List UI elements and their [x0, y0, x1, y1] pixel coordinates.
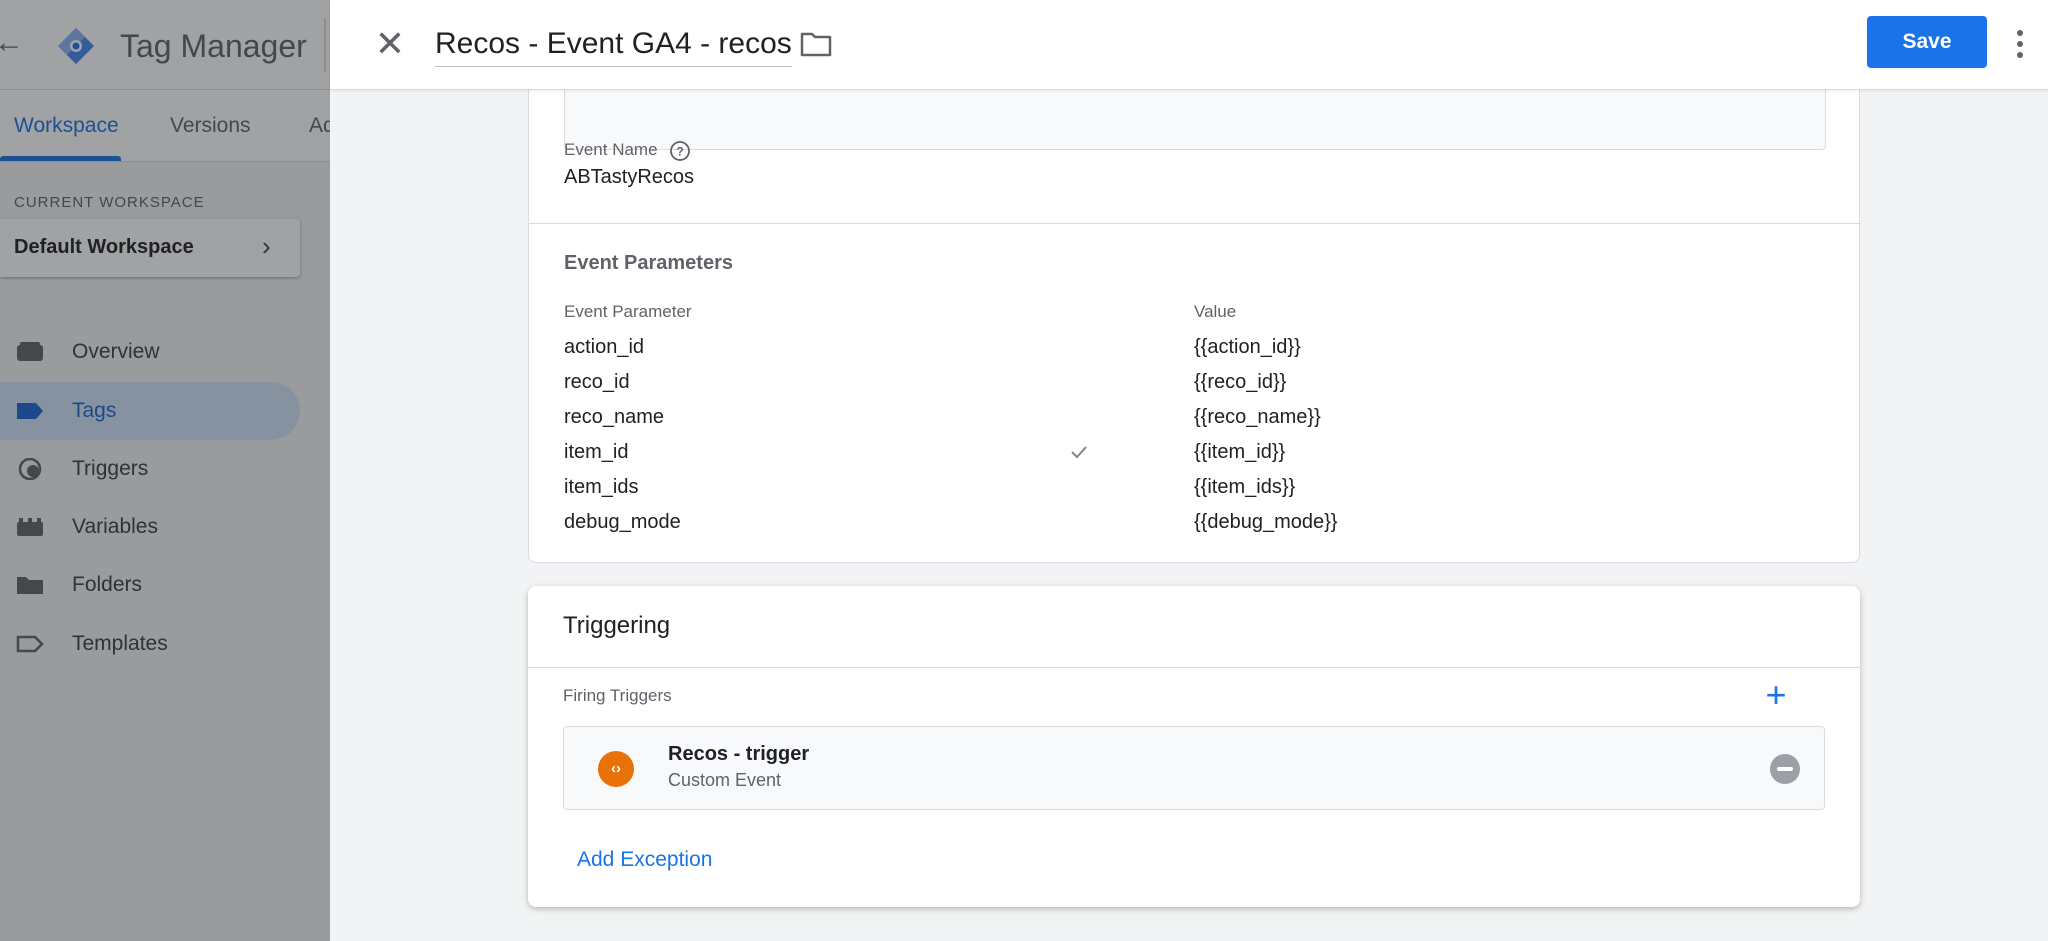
- param-name: debug_mode: [564, 511, 681, 533]
- section-divider: [528, 667, 1860, 668]
- modal-scrim[interactable]: [0, 0, 330, 941]
- column-header-parameter: Event Parameter: [564, 302, 692, 321]
- close-icon[interactable]: ✕: [370, 24, 410, 64]
- event-parameters-title: Event Parameters: [564, 252, 733, 274]
- remove-trigger-icon[interactable]: [1770, 754, 1800, 784]
- table-row: reco_id {{reco_id}}: [529, 369, 1861, 404]
- param-name: reco_id: [564, 371, 630, 393]
- event-name-label: Event Name: [564, 140, 658, 159]
- table-row: item_id {{item_id}}: [529, 439, 1861, 474]
- tag-editor-header: ✕ Recos - Event GA4 - recos Save: [330, 0, 2048, 90]
- firing-triggers-label: Firing Triggers: [563, 686, 672, 705]
- table-row: reco_name {{reco_name}}: [529, 404, 1861, 439]
- tag-name-input[interactable]: Recos - Event GA4 - recos: [435, 24, 792, 67]
- trigger-type: Custom Event: [668, 770, 782, 790]
- add-trigger-icon[interactable]: +: [1760, 677, 1792, 713]
- param-name: item_id: [564, 441, 629, 463]
- param-name: item_ids: [564, 476, 639, 498]
- table-row: debug_mode {{debug_mode}}: [529, 509, 1861, 544]
- param-value: {{action_id}}: [1194, 336, 1301, 358]
- param-value: {{item_ids}}: [1194, 476, 1296, 498]
- more-options-icon[interactable]: [2010, 24, 2030, 64]
- param-value: {{item_id}}: [1194, 441, 1286, 463]
- folder-icon[interactable]: [800, 30, 832, 58]
- param-name: action_id: [564, 336, 645, 358]
- gtm-app-background: ← Tag Manager Workspace Versions Ad CURR…: [0, 0, 330, 941]
- column-header-value: Value: [1194, 302, 1237, 321]
- custom-event-icon: ‹›: [598, 751, 634, 787]
- previous-field[interactable]: [564, 80, 1826, 150]
- triggering-title: Triggering: [563, 612, 671, 639]
- tag-configuration-card: Event Name ? ABTastyRecos Event Paramete…: [528, 40, 1861, 563]
- save-button[interactable]: Save: [1867, 16, 1987, 68]
- section-divider: [529, 223, 1861, 224]
- svg-text:?: ?: [676, 145, 683, 159]
- help-icon[interactable]: ?: [669, 140, 691, 162]
- param-value: {{debug_mode}}: [1194, 511, 1338, 533]
- param-value: {{reco_name}}: [1194, 406, 1321, 428]
- table-row: action_id {{action_id}}: [529, 334, 1861, 369]
- trigger-item[interactable]: ‹› Recos - trigger Custom Event: [563, 726, 1825, 810]
- trigger-name: Recos - trigger: [668, 743, 810, 765]
- param-value: {{reco_id}}: [1194, 371, 1287, 393]
- table-row: item_ids {{item_ids}}: [529, 474, 1861, 509]
- tag-editor-panel: ✕ Recos - Event GA4 - recos Save Event N…: [330, 0, 2048, 941]
- param-name: reco_name: [564, 406, 665, 428]
- add-exception-link[interactable]: Add Exception: [577, 848, 712, 872]
- check-icon: [1071, 446, 1087, 459]
- event-name-value: ABTastyRecos: [564, 166, 695, 188]
- triggering-card[interactable]: Triggering Firing Triggers + ‹› Recos - …: [528, 586, 1860, 907]
